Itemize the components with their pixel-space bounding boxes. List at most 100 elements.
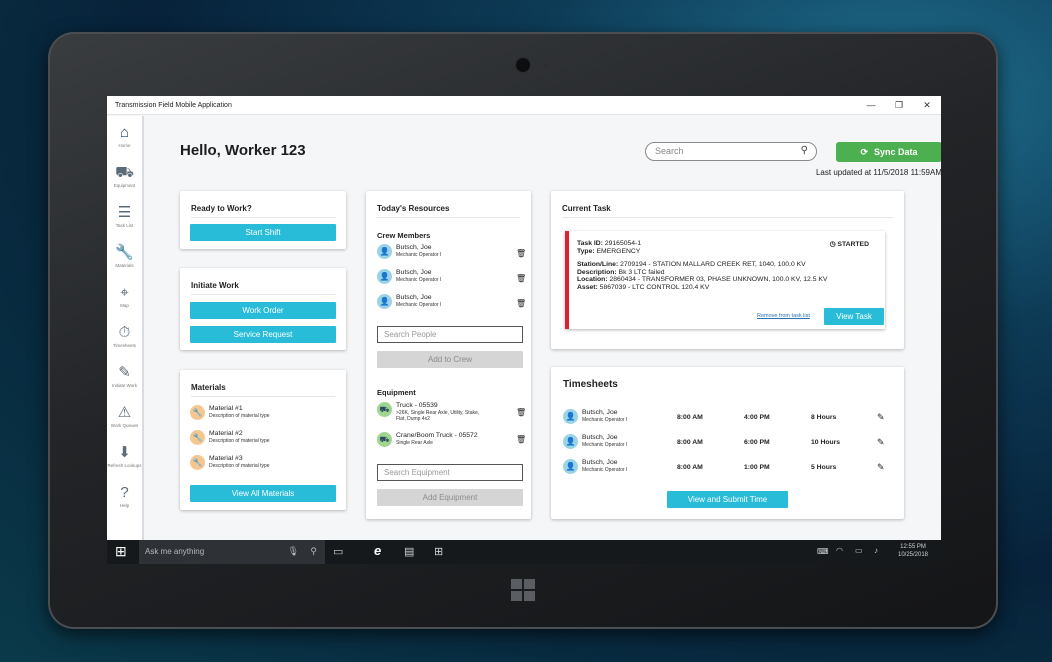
- trash-icon[interactable]: 🗑: [516, 249, 526, 258]
- edit-icon[interactable]: ✎: [877, 412, 885, 423]
- task-id-label: Task ID:: [577, 240, 603, 247]
- battery-icon[interactable]: ▭: [855, 546, 863, 555]
- download-icon: ⬇: [118, 443, 131, 461]
- trash-icon[interactable]: 🗑: [516, 274, 526, 283]
- page-title: Hello, Worker 123: [180, 142, 306, 159]
- crew-member-row[interactable]: 👤 Butsch, Joe Mechanic Operator I: [377, 269, 441, 284]
- search-placeholder: Search: [655, 146, 684, 156]
- view-task-button[interactable]: View Task: [824, 308, 884, 325]
- task-item[interactable]: Task ID: 29165054-1 Type: EMERGENCY Stat…: [565, 231, 885, 329]
- location-label: Location:: [577, 276, 608, 284]
- microphone-icon[interactable]: 🎙: [288, 546, 299, 557]
- sidebar-item-initiate-work[interactable]: ✎ Initiate Work: [107, 356, 142, 396]
- sync-icon: ⟳: [860, 146, 868, 157]
- edit-icon[interactable]: ✎: [877, 437, 885, 448]
- material-name: Material #1: [209, 405, 243, 412]
- current-task-card: Current Task Task ID: 29165054-1 Type: E…: [551, 191, 904, 349]
- view-all-materials-button[interactable]: View All Materials: [190, 485, 336, 502]
- windows-hardware-button[interactable]: [511, 579, 535, 601]
- edge-browser-icon[interactable]: e: [374, 543, 381, 558]
- add-to-crew-button[interactable]: Add to Crew: [377, 351, 523, 368]
- sidebar-item-refresh-lookups[interactable]: ⬇ Refresh Lookups: [107, 436, 142, 476]
- material-desc: Description of material type: [209, 463, 270, 469]
- sync-label: Sync Data: [874, 147, 918, 157]
- station-line: Station/Line: 2709194 - STATION MALLARD …: [577, 261, 827, 269]
- asset-label: Asset:: [577, 283, 598, 291]
- asset-line: Asset: 5867039 - LTC CONTROL 120.4 KV: [577, 284, 827, 292]
- list-item[interactable]: 🔧 Material #2 Description of material typ…: [190, 430, 270, 445]
- add-equipment-button[interactable]: Add Equipment: [377, 489, 523, 506]
- equipment-row[interactable]: ⛟ Crane/Boom Truck - 05572 Single Rear Ax…: [377, 432, 478, 447]
- edit-icon[interactable]: ✎: [877, 462, 885, 473]
- hours: 10 Hours: [811, 439, 841, 446]
- equipment-name: Crane/Boom Truck - 05572: [396, 432, 478, 439]
- sidebar-item-work-queues[interactable]: ⚠ Work Queues: [107, 396, 142, 436]
- taskbar-clock[interactable]: 12:55 PM 10/25/2018: [891, 543, 935, 559]
- task-view-icon[interactable]: ▭: [333, 545, 343, 558]
- status-badge: ◷ STARTED: [830, 240, 869, 248]
- equipment-desc: Flat, Dump 4x2: [396, 416, 430, 422]
- hours: 5 Hours: [811, 464, 837, 471]
- table-row[interactable]: 👤 Butsch, Joe Mechanic Operator I 8:00 AM …: [563, 409, 885, 429]
- employee-name: Butsch, Joe: [582, 459, 618, 466]
- app-screen: Transmission Field Mobile Application — …: [107, 96, 941, 564]
- wifi-icon[interactable]: ◠: [836, 546, 843, 555]
- equipment-row[interactable]: ⛟ Truck - 05539 >26K, Single Rear Axle, U…: [377, 402, 479, 422]
- file-explorer-icon[interactable]: ▤: [404, 545, 414, 558]
- view-and-submit-time-button[interactable]: View and Submit Time: [667, 491, 788, 508]
- start-shift-button[interactable]: Start Shift: [190, 224, 336, 241]
- search-icon[interactable]: ⚲: [801, 145, 808, 156]
- list-item[interactable]: 🔧 Material #1 Description of material typ…: [190, 405, 270, 420]
- crane-icon: ⛟: [377, 432, 392, 447]
- table-row[interactable]: 👤 Butsch, Joe Mechanic Operator I 8:00 AM …: [563, 459, 885, 479]
- employee-role: Mechanic Operator I: [582, 467, 628, 473]
- search-input[interactable]: Search ⚲: [645, 142, 817, 161]
- remove-from-task-list-link[interactable]: Remove from task list: [757, 313, 810, 319]
- sync-data-button[interactable]: ⟳ Sync Data: [836, 142, 941, 162]
- sidebar-item-timesheets[interactable]: ⏱ Timesheets: [107, 316, 142, 356]
- sidebar-item-label: Task List: [115, 222, 134, 228]
- work-order-button[interactable]: Work Order: [190, 302, 336, 319]
- search-people-input[interactable]: Search People: [377, 326, 523, 343]
- sidebar-item-home[interactable]: ⌂ Home: [107, 116, 142, 156]
- store-icon[interactable]: ⊞: [434, 545, 443, 558]
- start-icon[interactable]: ⊞: [115, 543, 127, 560]
- trash-icon[interactable]: 🗑: [516, 435, 526, 444]
- sidebar-item-equipment[interactable]: ⛟ Equipment: [107, 156, 142, 196]
- search-equipment-input[interactable]: Search Equipment: [377, 464, 523, 481]
- description-label: Description:: [577, 268, 617, 276]
- person-icon: 👤: [563, 409, 578, 424]
- trash-icon[interactable]: 🗑: [516, 299, 526, 308]
- sidebar-item-help[interactable]: ? Help: [107, 476, 142, 516]
- list-item[interactable]: 🔧 Material #3 Description of material typ…: [190, 455, 270, 470]
- volume-icon[interactable]: ♪: [874, 546, 878, 555]
- truck-icon: ⛟: [377, 402, 392, 417]
- taskbar: ⊞ Ask me anything 🎙 ⚲ ▭ e ▤ ⊞ ⌨ ◠ ▭ ♪ 12…: [107, 540, 941, 564]
- close-icon[interactable]: ✕: [913, 100, 941, 111]
- restore-icon[interactable]: ❐: [885, 100, 913, 111]
- crew-member-row[interactable]: 👤 Butsch, Joe Mechanic Operator I: [377, 244, 441, 259]
- ready-title: Ready to Work?: [191, 204, 335, 218]
- sidebar-item-task-list[interactable]: ☰ Task List: [107, 196, 142, 236]
- start-time: 8:00 AM: [677, 464, 703, 471]
- pencil-icon: ✎: [118, 363, 131, 381]
- table-row[interactable]: 👤 Butsch, Joe Mechanic Operator I 8:00 AM …: [563, 434, 885, 454]
- trash-icon[interactable]: 🗑: [516, 408, 526, 417]
- sidebar-item-map[interactable]: ⌖ Map: [107, 276, 142, 316]
- start-time: 8:00 AM: [677, 414, 703, 421]
- minimize-icon[interactable]: —: [857, 100, 885, 110]
- crew-name: Butsch, Joe: [396, 269, 432, 276]
- crew-role: Mechanic Operator I: [396, 277, 442, 283]
- task-type-label: Type:: [577, 247, 595, 255]
- sidebar-item-materials[interactable]: 🔧 Materials: [107, 236, 142, 276]
- last-updated: Last updated at 11/5/2018 11:59AM: [815, 168, 941, 177]
- sidebar-item-label: Refresh Lookups: [107, 462, 142, 468]
- location-value: 2860434 - TRANSFORMER 03, PHASE UNKNOWN,…: [609, 276, 828, 284]
- keyboard-icon[interactable]: ⌨: [817, 547, 829, 556]
- service-request-button[interactable]: Service Request: [190, 326, 336, 343]
- employee-name: Butsch, Joe: [582, 434, 618, 441]
- crew-role: Mechanic Operator I: [396, 302, 442, 308]
- crew-member-row[interactable]: 👤 Butsch, Joe Mechanic Operator I: [377, 294, 441, 309]
- taskbar-search[interactable]: Ask me anything 🎙 ⚲: [139, 540, 325, 564]
- search-icon[interactable]: ⚲: [310, 546, 317, 557]
